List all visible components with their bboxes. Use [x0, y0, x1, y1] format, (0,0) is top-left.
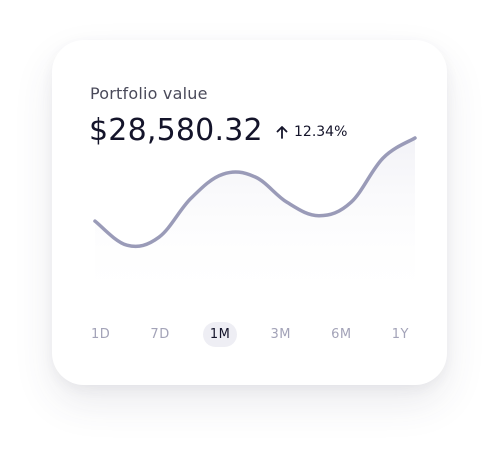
range-3m[interactable]: 3M — [263, 322, 298, 347]
range-7d[interactable]: 7D — [143, 322, 176, 347]
arrow-up-icon — [276, 125, 288, 139]
card-title: Portfolio value — [90, 84, 208, 103]
range-6m[interactable]: 6M — [324, 322, 359, 347]
range-1y[interactable]: 1Y — [385, 322, 416, 347]
range-1d[interactable]: 1D — [84, 322, 117, 347]
range-1m[interactable]: 1M — [202, 321, 238, 347]
stage: Portfolio value $28,580.32 12.34% 1D 7D … — [0, 0, 500, 455]
range-selector: 1D 7D 1M 3M 6M 1Y — [84, 320, 416, 348]
portfolio-value: $28,580.32 — [89, 113, 263, 148]
change-percent: 12.34% — [294, 124, 348, 140]
change-indicator: 12.34% — [276, 124, 347, 140]
